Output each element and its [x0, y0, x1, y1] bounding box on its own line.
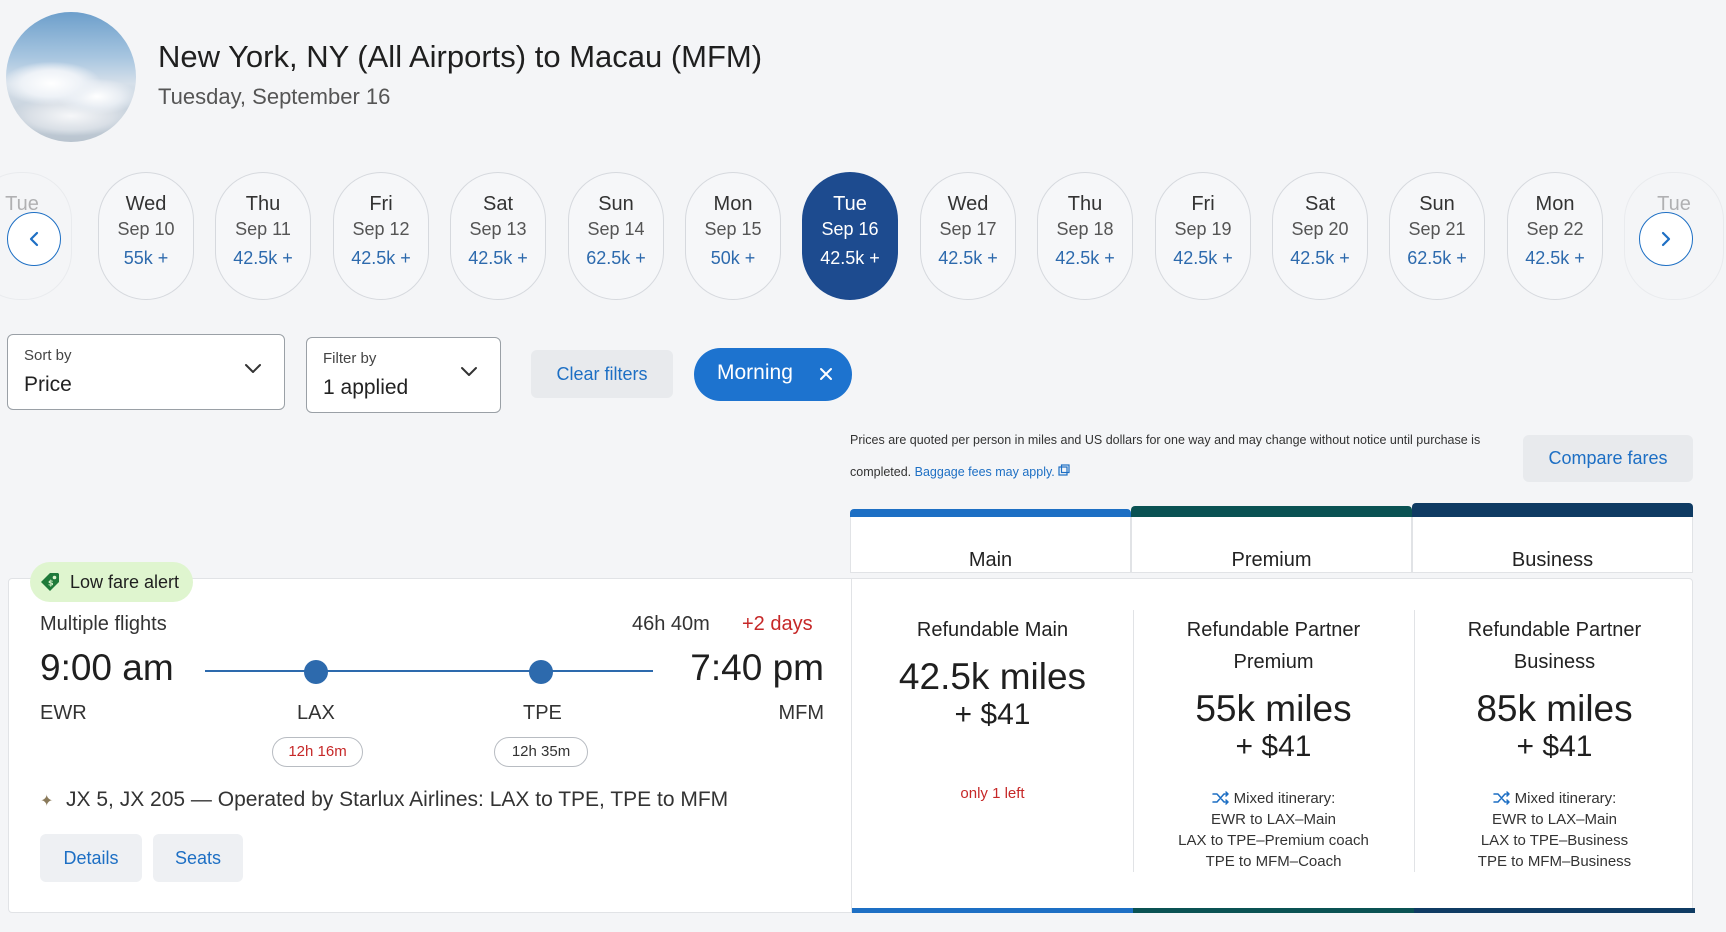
date-pill-sep-14[interactable]: Sun Sep 14 62.5k +	[568, 172, 664, 300]
flight-summary: Multiple flights 46h 40m +2 days 9:00 am…	[40, 610, 824, 910]
layover-badge: 12h 16m	[272, 737, 363, 767]
fare-main[interactable]: Refundable Main 42.5k miles + $41 only 1…	[852, 578, 1133, 913]
date-strip: Tue + WedSep 1055k +ThuSep 1142.5k +FriS…	[0, 172, 1726, 302]
date-pill-sep-21[interactable]: Sun Sep 21 62.5k +	[1389, 172, 1485, 300]
filter-by-select[interactable]: Filter by 1 applied	[306, 337, 501, 413]
chevron-left-icon	[29, 231, 39, 247]
price-tag-icon: $	[41, 573, 59, 591]
shuffle-icon	[1492, 791, 1510, 805]
page-title: New York, NY (All Airports) to Macau (MF…	[158, 39, 763, 74]
external-link-icon	[1058, 464, 1070, 476]
close-icon[interactable]	[818, 366, 834, 382]
compare-fares-button[interactable]: Compare fares	[1523, 435, 1693, 482]
svg-text:$: $	[48, 579, 54, 588]
date-pill-sep-16[interactable]: Tue Sep 16 42.5k +	[802, 172, 898, 300]
fare-business[interactable]: Refundable Partner Business 85k miles + …	[1414, 578, 1695, 913]
mixed-itinerary-note: Mixed itinerary: EWR to LAX–Main LAX to …	[1477, 790, 1632, 870]
shuffle-icon	[1211, 791, 1229, 805]
date-pill-sep-11[interactable]: Thu Sep 11 42.5k +	[215, 172, 311, 300]
chevron-down-icon	[461, 367, 477, 376]
destination-image	[6, 12, 136, 142]
tab-accent-bar	[1131, 506, 1412, 517]
tab-premium[interactable]: Premium	[1131, 506, 1412, 573]
date-pill-sep-20[interactable]: Sat Sep 20 42.5k +	[1272, 172, 1368, 300]
starlux-logo-icon: ✦	[40, 793, 54, 810]
prev-dates-button[interactable]	[7, 212, 61, 266]
stop-dot	[529, 660, 553, 684]
flight-duration: 46h 40m	[632, 613, 710, 635]
cabin-tabs: Main Premium Business	[850, 503, 1693, 573]
date-pill-sep-10[interactable]: Wed Sep 10 55k +	[98, 172, 194, 300]
sort-by-select[interactable]: Sort by Price	[7, 334, 285, 410]
date-pill-sep-17[interactable]: Wed Sep 17 42.5k +	[920, 172, 1016, 300]
date-pill-sep-19[interactable]: Fri Sep 19 42.5k +	[1155, 172, 1251, 300]
seats-button[interactable]: Seats	[153, 834, 243, 882]
chevron-right-icon	[1661, 231, 1671, 247]
clear-filters-button[interactable]: Clear filters	[531, 350, 673, 398]
page-subtitle: Tuesday, September 16	[158, 84, 391, 109]
tab-main[interactable]: Main	[850, 509, 1131, 573]
date-pill-sep-12[interactable]: Fri Sep 12 42.5k +	[333, 172, 429, 300]
fare-options: Refundable Main 42.5k miles + $41 only 1…	[851, 578, 1695, 913]
stop-airport: LAX	[297, 702, 335, 724]
cabin-color-bar	[852, 908, 1133, 913]
cabin-color-bar	[1133, 908, 1414, 913]
tab-business[interactable]: Business	[1412, 503, 1693, 573]
date-pill-sep-18[interactable]: Thu Sep 18 42.5k +	[1037, 172, 1133, 300]
baggage-fees-link[interactable]: Baggage fees may apply.	[915, 465, 1055, 479]
filter-chip-morning[interactable]: Morning	[694, 348, 852, 401]
date-pill-sep-13[interactable]: Sat Sep 13 42.5k +	[450, 172, 546, 300]
seats-left-note: only 1 left	[960, 785, 1025, 802]
next-dates-button[interactable]	[1639, 212, 1693, 266]
route-line	[205, 670, 653, 672]
flight-type: Multiple flights	[40, 613, 167, 635]
cabin-color-bar	[1414, 908, 1695, 913]
operator-info: ✦ JX 5, JX 205 — Operated by Starlux Airl…	[40, 788, 729, 811]
chevron-down-icon	[245, 364, 261, 373]
origin-airport: EWR	[40, 702, 87, 724]
stop-airport: TPE	[523, 702, 562, 724]
plus-days: +2 days	[742, 613, 813, 635]
date-pill-sep-15[interactable]: Mon Sep 15 50k +	[685, 172, 781, 300]
tab-accent-bar	[1412, 503, 1693, 517]
date-pill-sep-22[interactable]: Mon Sep 22 42.5k +	[1507, 172, 1603, 300]
destination-airport: MFM	[778, 702, 824, 724]
fare-premium[interactable]: Refundable Partner Premium 55k miles + $…	[1133, 578, 1414, 913]
low-fare-alert-badge: $ Low fare alert	[30, 562, 194, 602]
route-header: New York, NY (All Airports) to Macau (MF…	[6, 12, 1206, 142]
departure-time: 9:00 am	[40, 647, 174, 688]
layover-badge: 12h 35m	[494, 737, 588, 767]
stop-dot	[304, 660, 328, 684]
details-button[interactable]: Details	[40, 834, 142, 882]
tab-accent-bar	[850, 509, 1131, 517]
price-disclaimer: Prices are quoted per person in miles an…	[850, 433, 1481, 479]
mixed-itinerary-note: Mixed itinerary: EWR to LAX–Main LAX to …	[1178, 790, 1369, 870]
arrival-time: 7:40 pm	[690, 647, 824, 688]
